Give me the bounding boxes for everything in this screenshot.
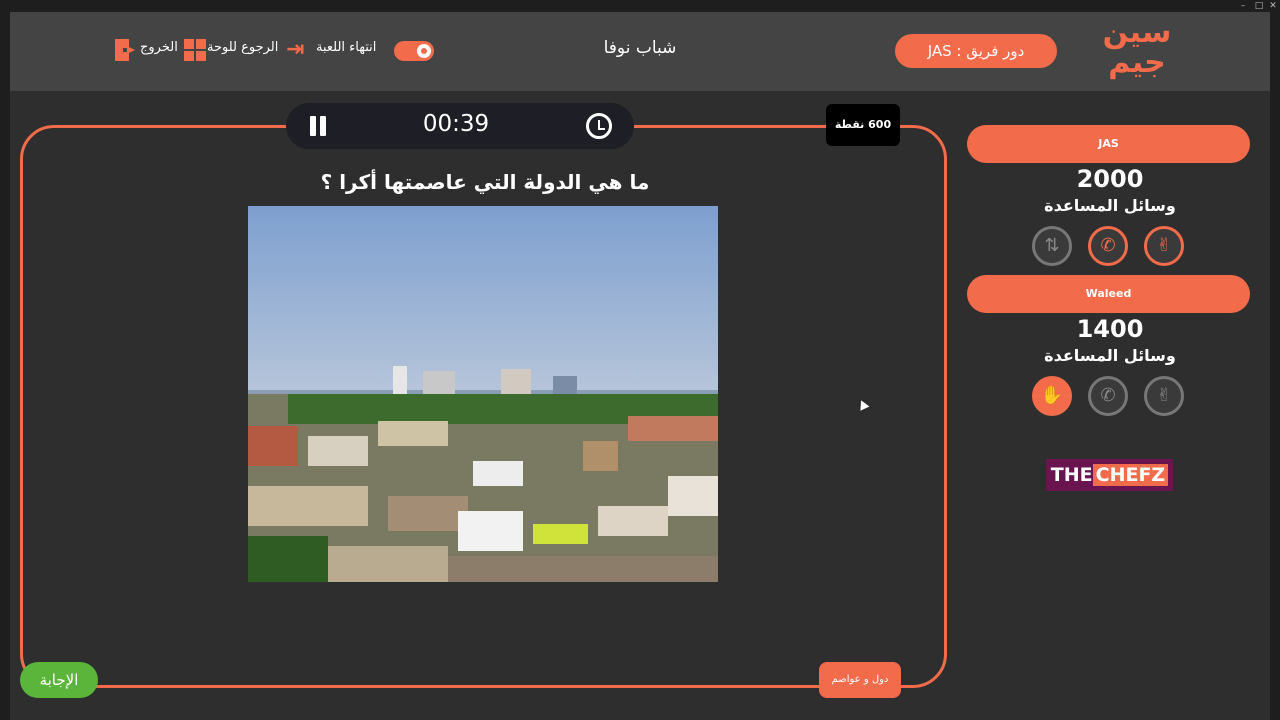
timer-bar: 00:39	[286, 103, 634, 149]
question-text: ما هي الدولة التي عاصمتها أكرا ؟	[320, 170, 650, 194]
team-name-jas: JAS	[967, 125, 1250, 163]
two-answers-icon[interactable]: ✌	[1144, 376, 1184, 416]
swap-icon[interactable]: ⇅	[1032, 226, 1072, 266]
helpers-label: وسائل المساعدة	[1044, 196, 1176, 215]
hand-icon[interactable]: ✋	[1032, 376, 1072, 416]
phone-icon[interactable]: ✆	[1088, 376, 1128, 416]
minimize-icon[interactable]: –	[1236, 0, 1250, 12]
sponsor-logo-part1: THE	[1050, 464, 1093, 486]
window-titlebar: – □ ✕	[0, 0, 1280, 12]
back-to-board-button[interactable]: الرجوع للوحة	[207, 40, 278, 55]
show-answer-button[interactable]: الإجابة	[20, 662, 98, 698]
question-image	[248, 206, 718, 582]
close-icon[interactable]: ✕	[1266, 0, 1280, 12]
exit-door-icon[interactable]	[113, 38, 137, 66]
timer-display: 00:39	[422, 111, 490, 137]
end-game-toggle[interactable]	[394, 41, 434, 61]
window-left-edge	[0, 12, 10, 720]
end-game-label[interactable]: انتهاء اللعبة	[316, 40, 376, 55]
arrow-right-icon[interactable]: ⇥	[286, 37, 304, 62]
category-badge: دول و عواصم	[819, 662, 901, 698]
points-badge: 600 نقطة	[826, 104, 900, 146]
app-logo: سين جيم	[1102, 15, 1172, 80]
phone-icon[interactable]: ✆	[1088, 226, 1128, 266]
turn-indicator: دور فريق : JAS	[895, 34, 1057, 68]
game-title: شباب نوفا	[603, 38, 677, 58]
pause-icon[interactable]	[308, 116, 328, 136]
window-right-edge	[1270, 12, 1280, 720]
toggle-knob	[417, 44, 431, 58]
grid-icon[interactable]	[183, 38, 207, 66]
exit-button[interactable]: الخروج	[140, 40, 178, 55]
helpers-label: وسائل المساعدة	[1044, 346, 1176, 365]
two-answers-icon[interactable]: ✌	[1144, 226, 1184, 266]
maximize-icon[interactable]: □	[1252, 0, 1266, 12]
team-score-jas: 2000	[1076, 165, 1144, 193]
team-name-waleed: Waleed	[967, 275, 1250, 313]
reset-timer-icon[interactable]	[586, 113, 612, 139]
sponsor-logo: THE CHEFZ	[1046, 459, 1173, 491]
team-score-waleed: 1400	[1076, 315, 1144, 343]
sponsor-logo-part2: CHEFZ	[1092, 464, 1169, 486]
